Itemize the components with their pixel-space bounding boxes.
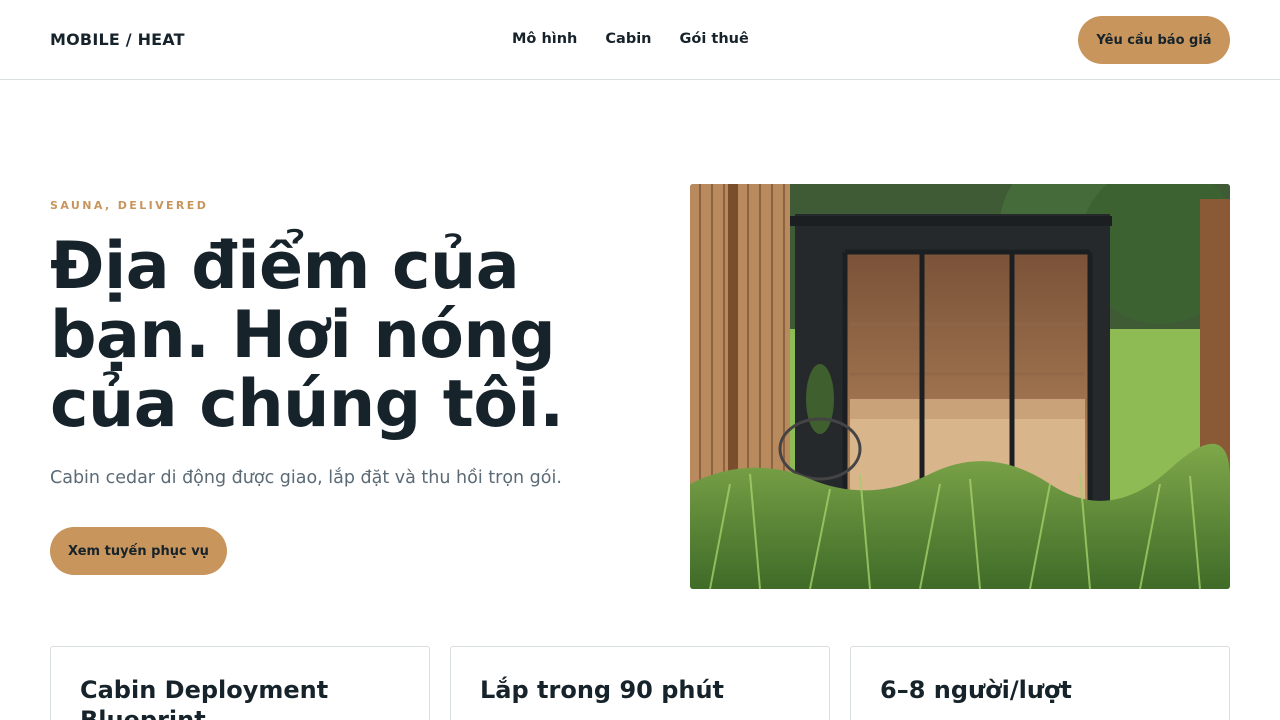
feature-card-title: 6–8 người/lượt: [880, 676, 1072, 704]
feature-card-title: Lắp trong 90 phút: [480, 676, 725, 704]
hero-sauna-image: [690, 184, 1230, 589]
feature-card: Cabin Deployment Blueprint: [50, 646, 430, 720]
hero-title-line: bạn. Hơi nóng: [50, 298, 556, 373]
logo[interactable]: MOBILE / HEAT: [50, 30, 185, 49]
hero-eyebrow: SAUNA, DELIVERED: [50, 199, 209, 212]
request-quote-button[interactable]: Yêu cầu báo giá: [1078, 16, 1230, 64]
hero-title-line: Địa điểm của: [50, 229, 520, 304]
site-header: MOBILE / HEAT Mô hình Cabin Gói thuê Yêu…: [0, 0, 1280, 80]
nav-link-models[interactable]: Mô hình: [512, 31, 577, 47]
main-nav: Mô hình Cabin Gói thuê: [512, 31, 749, 47]
hero-subtitle: Cabin cedar di động được giao, lắp đặt v…: [50, 468, 562, 488]
feature-card-title: Cabin Deployment Blueprint: [80, 676, 329, 720]
feature-card: 6–8 người/lượt: [850, 646, 1230, 720]
view-service-routes-button[interactable]: Xem tuyến phục vụ: [50, 527, 227, 575]
hero-title-line: của chúng tôi.: [50, 367, 564, 442]
feature-card: Lắp trong 90 phút: [450, 646, 830, 720]
hero-title: Địa điểm của bạn. Hơi nóng của chúng tôi…: [50, 232, 660, 439]
nav-link-cabin[interactable]: Cabin: [605, 31, 651, 47]
nav-link-plans[interactable]: Gói thuê: [680, 31, 749, 47]
